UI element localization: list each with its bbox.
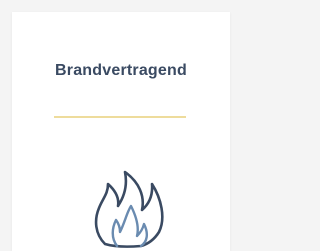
flame-icon: [94, 170, 164, 248]
card-title: Brandvertragend: [55, 62, 187, 79]
flame-inner: [111, 204, 149, 248]
feature-card: Brandvertragend: [12, 12, 230, 251]
divider: [54, 116, 186, 118]
